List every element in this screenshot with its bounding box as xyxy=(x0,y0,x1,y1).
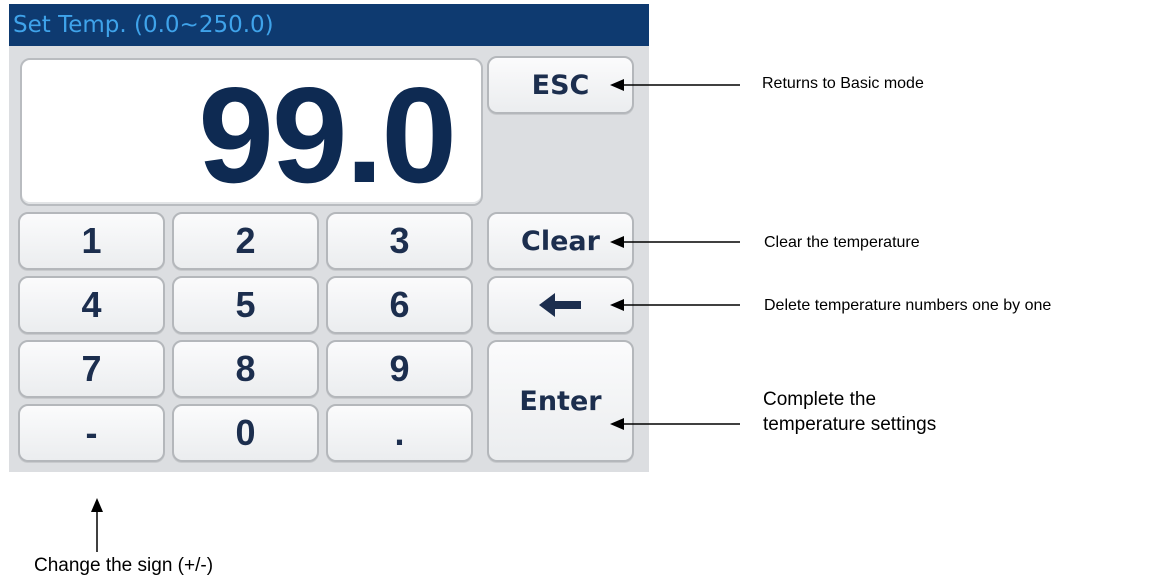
clear-annotation: Clear the temperature xyxy=(764,234,920,251)
enter-annotation-line1: Complete the xyxy=(763,389,877,410)
annotation-arrows xyxy=(91,79,740,552)
backspace-annotation: Delete temperature numbers one by one xyxy=(764,297,1052,314)
esc-annotation: Returns to Basic mode xyxy=(762,75,924,92)
sign-annotation: Change the sign (+/-) xyxy=(34,555,214,576)
enter-annotation-line2: temperature settings xyxy=(763,414,937,435)
